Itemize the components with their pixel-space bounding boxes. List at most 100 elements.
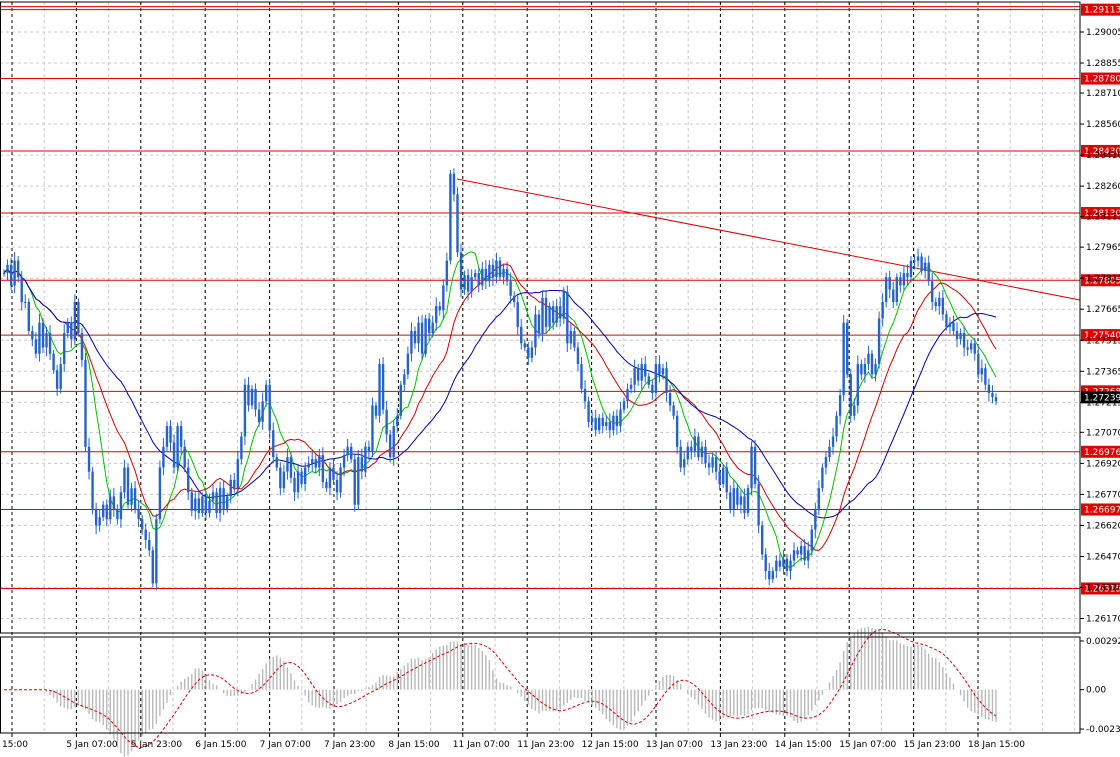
price-bar-body	[286, 457, 289, 472]
price-tick-label: 1.27515	[1086, 336, 1120, 346]
level-label: 1.29113	[1084, 6, 1120, 16]
price-bar-body	[675, 415, 679, 447]
price-tick-label: 1.26770	[1086, 490, 1120, 500]
price-bar-body	[782, 558, 785, 567]
price-bar-body	[590, 417, 594, 422]
price-bar-body	[144, 529, 147, 540]
price-bar-body	[601, 417, 604, 427]
price-bar-body	[158, 467, 162, 520]
price-bar-body	[353, 459, 356, 505]
price-bar-body	[523, 343, 526, 348]
price-bar-body	[350, 446, 353, 460]
price-bar-body	[268, 384, 271, 431]
price-bar-body	[399, 384, 402, 416]
price-bar-body	[66, 322, 69, 334]
price-bar-body	[296, 471, 300, 493]
price-bar-body	[636, 368, 640, 381]
price-bar-body	[888, 277, 891, 290]
price-bar-body	[346, 446, 349, 456]
price-bar-body	[934, 301, 937, 307]
price-bar-body	[807, 550, 810, 561]
level-label: 1.26697	[1084, 505, 1120, 515]
price-bar-body	[647, 376, 650, 385]
price-bar-body	[318, 455, 321, 468]
price-bar-body	[374, 405, 378, 416]
price-bar-body	[137, 508, 140, 520]
level-label: 1.26976	[1084, 448, 1120, 458]
price-bar-body	[555, 306, 558, 323]
price-bar-body	[218, 488, 222, 514]
time-tick-label: 18 Jan 15:00	[968, 740, 1025, 750]
price-bar-body	[236, 459, 240, 489]
price-bar-body	[612, 415, 615, 431]
price-bar-body	[870, 353, 874, 375]
price-bar-body	[261, 401, 264, 422]
price-bar-body	[576, 347, 580, 365]
price-bar-body	[123, 467, 126, 493]
price-bar-body	[488, 264, 491, 282]
price-bar-body	[80, 333, 84, 360]
price-tick-label: 1.28112	[1086, 213, 1120, 223]
price-bar-body	[247, 384, 250, 406]
price-bar-body	[945, 314, 948, 327]
price-bar-body	[335, 479, 339, 493]
price-bar-body	[162, 446, 165, 468]
price-tick-label: 1.28260	[1086, 182, 1120, 192]
price-bar-body	[243, 384, 247, 437]
price-bar-body	[789, 560, 792, 571]
price-bar-body	[339, 467, 342, 493]
price-bar-body	[84, 359, 87, 447]
price-bar-body	[282, 471, 286, 489]
price-bar-body	[860, 364, 863, 375]
time-tick-label: 15:00	[2, 740, 28, 750]
price-bar-body	[119, 492, 123, 520]
price-bar-body	[892, 289, 895, 302]
price-bar-body	[45, 333, 48, 348]
price-bar-body	[179, 426, 183, 447]
price-bar-body	[491, 264, 495, 278]
price-bar-body	[746, 488, 750, 514]
price-bar-body	[342, 455, 346, 468]
price-bar-body	[406, 353, 410, 375]
price-bar-body	[314, 459, 317, 468]
price-bar-body	[846, 322, 849, 375]
price-bar-body	[792, 550, 796, 561]
price-bar-body	[211, 492, 215, 501]
time-tick-label: 8 Jan 15:00	[388, 740, 440, 750]
price-bar-body	[474, 273, 477, 278]
price-bar-body	[920, 256, 923, 271]
price-bar-body	[651, 384, 654, 394]
price-bar-body	[970, 343, 973, 350]
price-bar-body	[190, 492, 193, 511]
price-tick-label: 1.27965	[1086, 243, 1120, 253]
price-bar-body	[140, 519, 144, 530]
price-bar-body	[732, 488, 736, 509]
price-bar-body	[690, 446, 693, 451]
price-bar-body	[725, 467, 728, 493]
price-bar-body	[665, 368, 668, 394]
price-tick-label: 1.27665	[1086, 305, 1120, 315]
price-bar-body	[938, 297, 941, 307]
price-bar-body	[303, 467, 307, 485]
price-tick-label: 1.28710	[1086, 89, 1120, 99]
price-bar-body	[9, 264, 13, 286]
price-bar-body	[16, 260, 20, 278]
price-bar-body	[626, 388, 629, 402]
price-bar-body	[778, 560, 782, 567]
price-bar-body	[775, 560, 778, 571]
price-bar-body	[736, 488, 739, 505]
price-bar-body	[172, 442, 176, 468]
price-bar-body	[102, 504, 105, 518]
price-bar-body	[272, 430, 275, 458]
time-tick-label: 5 Jan 23:00	[131, 740, 183, 750]
price-bar-body	[679, 446, 682, 468]
price-bar-body	[367, 446, 371, 451]
price-bar-body	[381, 364, 385, 410]
price-bar-body	[293, 477, 296, 493]
price-bar-body	[906, 273, 909, 278]
price-bar-body	[495, 260, 498, 278]
price-bar-body	[31, 330, 34, 340]
price-bar-body	[452, 173, 456, 195]
price-bar-body	[6, 264, 9, 274]
time-tick-label: 6 Jan 15:00	[195, 740, 247, 750]
